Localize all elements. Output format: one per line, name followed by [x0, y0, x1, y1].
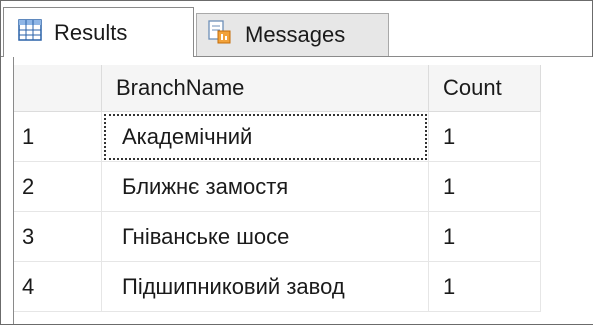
tab-results[interactable]: Results	[3, 7, 194, 57]
cell-branchname[interactable]: Ближнє замостя	[102, 162, 429, 212]
results-grid: BranchName Count 1 Академічний 1 2 Ближн…	[13, 57, 593, 324]
row-number[interactable]: 4	[14, 262, 102, 312]
column-header-label: Count	[443, 75, 502, 100]
messages-icon	[207, 19, 233, 51]
row-number[interactable]: 1	[14, 112, 102, 162]
tab-messages[interactable]: Messages	[196, 13, 389, 57]
table-row[interactable]: 2 Ближнє замостя 1	[14, 162, 541, 212]
table-row[interactable]: 1 Академічний 1	[14, 112, 541, 162]
table-row[interactable]: 3 Гніванське шосе 1	[14, 212, 541, 262]
cell-count[interactable]: 1	[429, 162, 541, 212]
tab-strip: Results Messages	[1, 1, 592, 57]
cell-branchname[interactable]: Академічний	[102, 112, 429, 162]
column-header-branchname[interactable]: BranchName	[102, 65, 429, 112]
row-number-header[interactable]	[14, 65, 102, 112]
table-row[interactable]: 4 Підшипниковий завод 1	[14, 262, 541, 312]
cell-branchname[interactable]: Гніванське шосе	[102, 212, 429, 262]
tab-messages-label: Messages	[245, 22, 346, 47]
cell-count[interactable]: 1	[429, 212, 541, 262]
tab-results-label: Results	[54, 19, 128, 45]
cell-branchname[interactable]: Підшипниковий завод	[102, 262, 429, 312]
cell-count[interactable]: 1	[429, 262, 541, 312]
results-pane: Results Messages BranchName Count 1 Акад…	[0, 0, 593, 325]
column-header-label: BranchName	[116, 75, 245, 100]
cell-count[interactable]: 1	[429, 112, 541, 162]
row-number[interactable]: 3	[14, 212, 102, 262]
column-header-count[interactable]: Count	[429, 65, 541, 112]
row-number[interactable]: 2	[14, 162, 102, 212]
grid-icon	[18, 18, 42, 47]
